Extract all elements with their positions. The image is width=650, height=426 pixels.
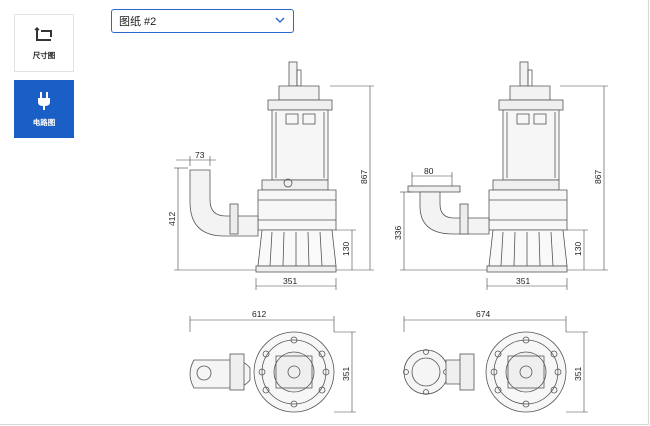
right-pump-plan xyxy=(403,331,567,413)
dim-right-outlet-height: 336 xyxy=(393,226,403,240)
dim-left-total-height: 867 xyxy=(359,170,369,184)
left-pump-elevation xyxy=(189,61,337,273)
left-pump-plan xyxy=(189,331,335,413)
dim-left-plan-width: 351 xyxy=(341,367,351,381)
dim-left-outlet-width: 73 xyxy=(195,150,205,160)
dim-right-base-width: 351 xyxy=(516,276,530,286)
dim-left-base-width: 351 xyxy=(283,276,297,286)
dim-left-plan-length: 612 xyxy=(252,309,266,319)
dim-right-flange-width: 80 xyxy=(424,166,434,176)
dim-left-outlet-height: 412 xyxy=(167,212,177,226)
dim-right-plan-width: 351 xyxy=(573,367,583,381)
dim-right-plan-length: 674 xyxy=(476,309,490,319)
dim-right-base-height: 130 xyxy=(573,242,583,256)
dim-right-total-height: 867 xyxy=(593,170,603,184)
dim-left-base-height: 130 xyxy=(341,242,351,256)
dimension-drawing: 73 412 867 130 351 80 336 867 130 351 61… xyxy=(167,61,608,413)
